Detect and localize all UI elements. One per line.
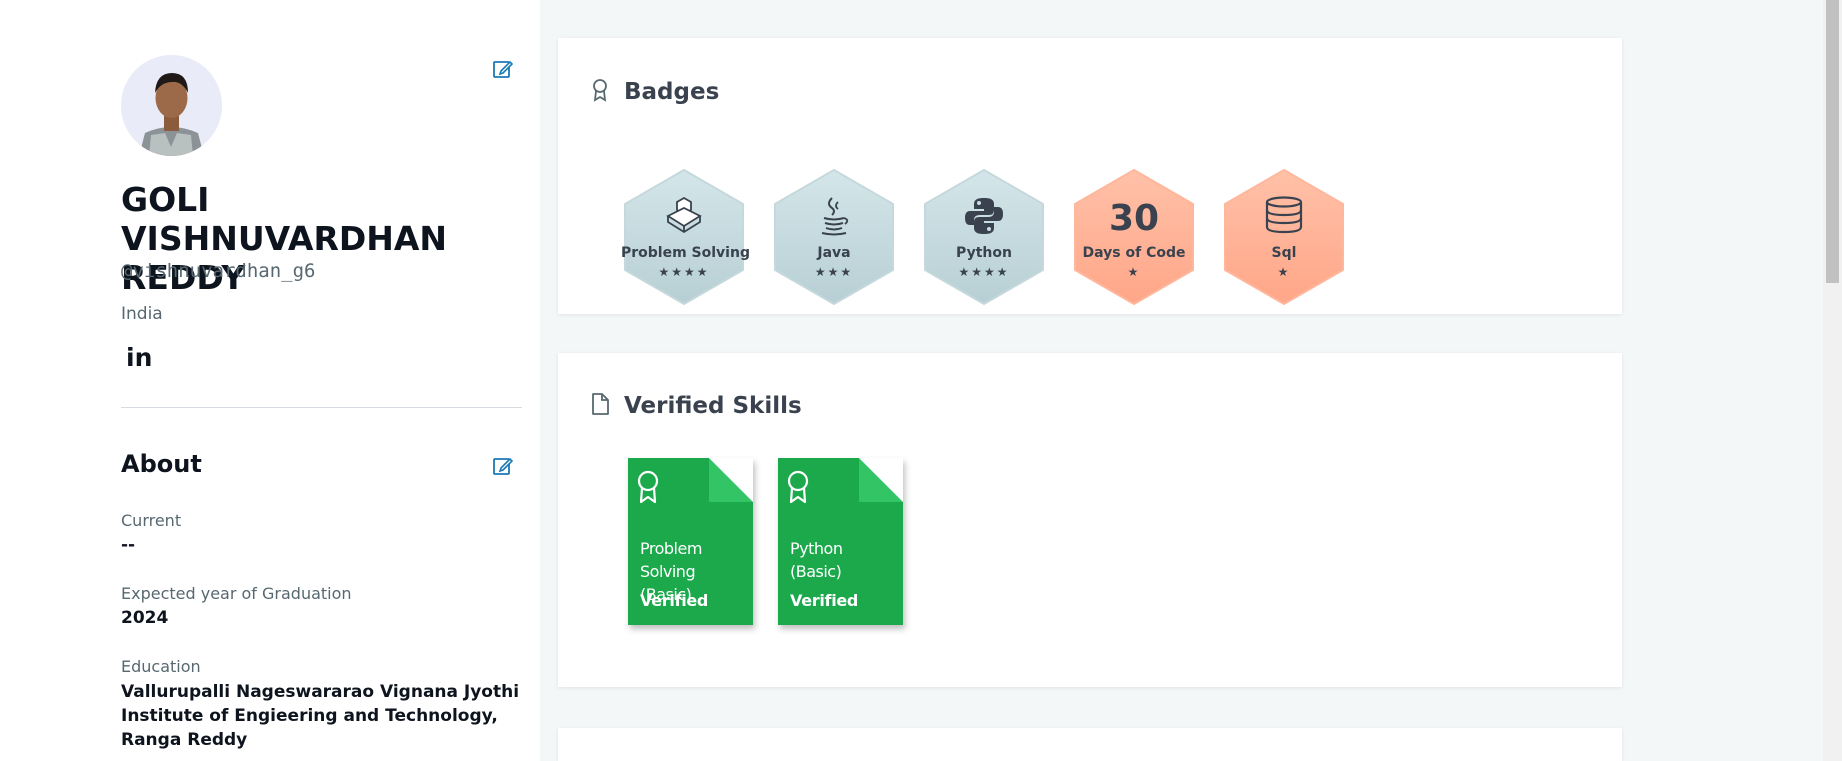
badge-stars: ★★★ [814,265,854,279]
badge-days-of-code[interactable]: 30 Days of Code ★ [1071,168,1197,306]
linkedin-link[interactable]: in [126,343,152,372]
badge-stars: ★ [1277,265,1291,279]
document-icon [590,392,610,420]
badges-header: Badges [590,78,719,106]
badge-java[interactable]: Java ★★★ [771,168,897,306]
badge-name: Java [817,245,851,261]
next-card [558,728,1622,761]
skill-status: Verified [640,591,709,610]
country: India [121,304,163,324]
skill-card-problem-solving[interactable]: Problem Solving (Basic) Verified [628,458,753,625]
badge-name: Sql [1271,245,1297,261]
avatar[interactable] [121,55,222,156]
profile-sidebar: GOLI VISHNUVARDHAN REDDY @vishnuvardhan_… [0,0,540,761]
badge-problem-solving[interactable]: Problem Solving ★★★★ [621,168,750,306]
corner-fold [709,458,753,502]
current-value: -- [121,535,136,555]
badge-ribbon-icon [590,78,610,106]
database-icon [1221,196,1347,238]
graduation-label: Expected year of Graduation [121,584,352,603]
corner-fold [859,458,903,502]
page-scrollbar[interactable] [1823,0,1842,761]
badge-number: 30 [1108,198,1160,239]
education-label: Education [121,657,201,676]
badges-card: Badges Problem Solving ★★★★ Java ★★★ Pyt… [558,38,1622,314]
skills-header: Verified Skills [590,392,802,420]
graduation-value: 2024 [121,608,169,628]
badge-name: Days of Code [1082,245,1186,261]
badges-title: Badges [624,79,720,105]
python-icon [921,196,1047,240]
skill-name: Python (Basic) [790,539,843,581]
badge-stars: ★★★★ [658,265,710,279]
badge-python[interactable]: Python ★★★★ [921,168,1047,306]
skills-title: Verified Skills [624,393,802,419]
badge-stars: ★★★★ [958,265,1010,279]
coffee-cup-icon [771,196,897,240]
divider [121,407,522,408]
badge-name: Python [956,245,1012,261]
badge-name: Problem Solving [621,245,750,261]
badge-stars: ★ [1127,265,1141,279]
certificate-ribbon-icon [786,470,810,508]
username: @vishnuvardhan_g6 [121,260,316,282]
edit-about-icon[interactable] [492,455,514,477]
certificate-ribbon-icon [636,470,660,508]
about-title: About [121,450,202,478]
skill-status: Verified [790,591,859,610]
skill-card-python[interactable]: Python (Basic) Verified [778,458,903,625]
cube-icon [621,196,747,238]
edit-profile-icon[interactable] [492,58,514,80]
current-label: Current [121,511,182,530]
education-value: Vallurupalli Nageswararao Vignana Jyothi… [121,682,520,750]
scrollbar-thumb[interactable] [1826,0,1839,283]
badge-sql[interactable]: Sql ★ [1221,168,1347,306]
